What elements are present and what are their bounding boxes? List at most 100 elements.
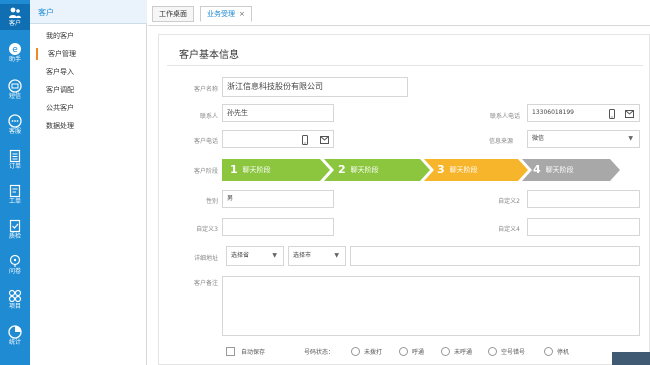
contact-phone-field[interactable]: 13306018199 xyxy=(527,104,640,122)
rail-label: 统计 xyxy=(8,339,21,346)
ticket-icon xyxy=(9,184,21,198)
tab-business[interactable]: 业务受理 × xyxy=(200,6,252,22)
tab-bar: 工作桌面 业务受理 × xyxy=(148,0,650,26)
chat-icon xyxy=(8,114,22,128)
rail-label: 工单 xyxy=(8,198,21,205)
rail-item-project[interactable]: 项目 xyxy=(0,287,30,313)
rail-label: 客服 xyxy=(8,128,21,135)
svg-text:e: e xyxy=(12,45,18,55)
rail-item-customer[interactable]: 客户 xyxy=(0,4,30,30)
custom2-field[interactable] xyxy=(527,190,640,208)
assistant-icon: e xyxy=(9,43,21,55)
tab-workspace[interactable]: 工作桌面 xyxy=(152,6,194,22)
rail-item-quality[interactable]: 质检 xyxy=(0,217,30,243)
address-label: 详细地址 xyxy=(193,255,218,262)
rail-item-statistics[interactable]: 统计 xyxy=(0,323,30,349)
tab-label: 工作桌面 xyxy=(159,10,187,18)
rail-label: 质检 xyxy=(8,233,21,240)
source-select[interactable]: 微信 ▼ xyxy=(527,130,640,148)
subnav-item-customer-allocation[interactable]: 客户调配 xyxy=(30,82,147,98)
subnav-header: 客户 xyxy=(30,0,147,24)
status-option-label: 呼通 xyxy=(412,349,425,356)
city-select[interactable]: 选择市 ▼ xyxy=(288,246,346,266)
sms-icon xyxy=(8,79,22,93)
survey-icon xyxy=(9,254,21,267)
rail-label: 客户 xyxy=(8,20,21,27)
chevron-down-icon: ▼ xyxy=(334,252,339,259)
province-select[interactable]: 选择省 ▼ xyxy=(226,246,284,266)
custom4-field[interactable] xyxy=(527,218,640,236)
rail-item-chat[interactable]: 客服 xyxy=(0,112,30,138)
remark-textarea[interactable] xyxy=(222,276,640,336)
status-radio-suspended[interactable] xyxy=(544,347,553,356)
rail-item-survey[interactable]: 问卷 xyxy=(0,252,30,278)
subnav-title: 客户 xyxy=(38,8,54,17)
contact-field[interactable]: 孙先生 xyxy=(222,104,334,122)
status-radio-not-connected[interactable] xyxy=(441,347,450,356)
mail-icon[interactable] xyxy=(320,136,329,144)
subnav-item-customer-import[interactable]: 客户导入 xyxy=(30,64,147,80)
rail-item-assistant[interactable]: e 助手 xyxy=(0,40,30,66)
autosave-label: 自动保存 xyxy=(241,349,266,356)
custom2-label: 自定义2 xyxy=(498,198,520,205)
number-status-label: 号码状态： xyxy=(304,349,335,356)
customer-name-field[interactable]: 浙江信息科技股份有限公司 xyxy=(222,77,408,97)
title-divider xyxy=(167,65,643,66)
tab-label: 业务受理 xyxy=(207,10,235,18)
gender-label: 性别 xyxy=(205,198,218,205)
status-radio-connected[interactable] xyxy=(399,347,408,356)
status-option-label: 未呼通 xyxy=(454,349,473,356)
subnav-item-my-customers[interactable]: 我的客户 xyxy=(30,28,147,44)
province-value: 选择省 xyxy=(231,252,250,259)
rail-label: 助手 xyxy=(8,56,21,63)
statistics-icon xyxy=(8,325,22,339)
rail-label: 项目 xyxy=(8,303,21,310)
status-option-label: 停机 xyxy=(557,349,570,356)
subnav-item-customer-management[interactable]: 客户管理 xyxy=(30,46,147,62)
stage-label: 客户阶段 xyxy=(193,168,218,175)
project-icon xyxy=(8,289,22,303)
quality-check-icon xyxy=(9,219,21,233)
customer-phone-label: 客户电话 xyxy=(193,138,218,145)
city-value: 选择市 xyxy=(293,252,312,259)
chevron-down-icon: ▼ xyxy=(272,252,277,259)
source-value: 微信 xyxy=(532,135,545,142)
contact-phone-label: 联系人电话 xyxy=(489,113,520,120)
source-label: 信息来源 xyxy=(488,138,513,145)
chevron-down-icon: ▼ xyxy=(628,135,633,142)
custom3-field[interactable] xyxy=(222,218,334,236)
rail-label: 订单 xyxy=(8,163,21,170)
subnav-item-public-customers[interactable]: 公共客户 xyxy=(30,100,147,116)
status-option-label: 未拨打 xyxy=(364,349,383,356)
street-address-field[interactable] xyxy=(350,246,640,266)
rail-item-sms[interactable]: 短信 xyxy=(0,77,30,103)
rail-item-ticket[interactable]: 工单 xyxy=(0,182,30,208)
status-radio-invalid-number[interactable] xyxy=(488,347,497,356)
mobile-icon[interactable] xyxy=(608,109,616,119)
mobile-icon[interactable] xyxy=(301,135,309,145)
customer-subnav: 客户 我的客户 客户管理 客户导入 客户调配 公共客户 数据处理 xyxy=(30,0,147,365)
stage-3-label: 3 聊天阶段 xyxy=(437,163,478,176)
tab-close-icon[interactable]: × xyxy=(239,10,245,18)
subnav-item-data-processing[interactable]: 数据处理 xyxy=(30,118,147,134)
contact-phone-value: 13306018199 xyxy=(532,109,574,116)
stage-2-label: 2 聊天阶段 xyxy=(338,163,379,176)
rail-item-order[interactable]: 订单 xyxy=(0,147,30,173)
contact-label: 联系人 xyxy=(199,113,218,120)
custom4-label: 自定义4 xyxy=(498,226,520,233)
customer-phone-field[interactable] xyxy=(222,130,334,148)
customer-icon xyxy=(9,7,21,18)
status-option-label: 空号错号 xyxy=(501,349,526,356)
remark-label: 客户备注 xyxy=(193,280,218,287)
gender-field[interactable]: 男 xyxy=(222,190,334,208)
autosave-checkbox[interactable] xyxy=(226,347,235,356)
rail-label: 问卷 xyxy=(8,268,21,275)
custom3-label: 自定义3 xyxy=(196,226,218,233)
stage-1-label: 1 聊天阶段 xyxy=(230,163,271,176)
rail-label: 短信 xyxy=(8,93,21,100)
page-title: 客户基本信息 xyxy=(179,50,239,61)
ime-toolbar xyxy=(612,352,650,365)
stage-4-label: 4 聊天阶段 xyxy=(533,163,574,176)
status-radio-not-dialed[interactable] xyxy=(351,347,360,356)
mail-icon[interactable] xyxy=(625,110,634,118)
